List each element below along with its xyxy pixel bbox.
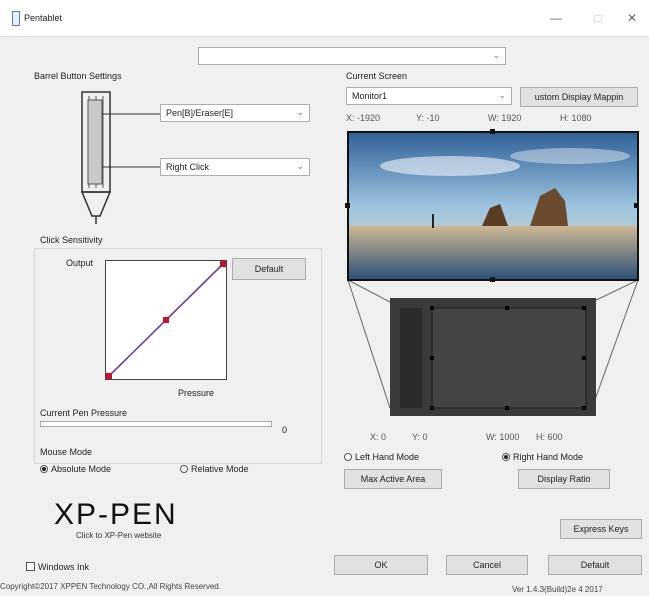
barrel-button-settings-title: Barrel Button Settings (34, 71, 122, 81)
express-keys-button[interactable]: Express Keys (560, 519, 642, 539)
radio-checked-icon (40, 465, 48, 473)
chevron-down-icon: ⌄ (296, 161, 304, 171)
pressure-label: Pressure (178, 388, 215, 398)
left-hand-mode-label: Left Hand Mode (355, 452, 420, 462)
click-sensitivity-title: Click Sensitivity (40, 235, 103, 245)
custom-display-mapping-button[interactable]: ustom Display Mappin (520, 87, 638, 107)
tablet-h: H: 600 (536, 432, 563, 442)
tablet-y: Y: 0 (412, 432, 428, 442)
windows-ink-checkbox[interactable]: Windows Ink (26, 562, 89, 572)
lower-button-value: Right Click (166, 162, 210, 172)
xp-pen-logo: XP-PEN (54, 498, 178, 531)
mouse-mode-title: Mouse Mode (40, 447, 93, 457)
chevron-down-icon: ⌄ (492, 50, 500, 60)
upper-button-select[interactable]: Pen[B]/Eraser[E] ⌄ (160, 104, 310, 122)
cancel-button[interactable]: Cancel (446, 555, 528, 575)
pen-illustration-icon (80, 91, 162, 224)
ok-button[interactable]: OK (334, 555, 428, 575)
close-button[interactable]: ✕ (612, 8, 649, 28)
right-hand-mode-label: Right Hand Mode (513, 452, 584, 462)
curve-control-point[interactable] (163, 317, 169, 323)
absolute-mode-label: Absolute Mode (51, 464, 112, 474)
sensitivity-curve-graph[interactable] (105, 260, 227, 380)
curve-control-point[interactable] (106, 373, 112, 379)
lower-button-select[interactable]: Right Click ⌄ (160, 158, 310, 176)
monitor-select-value: Monitor1 (352, 91, 388, 101)
device-select[interactable]: ⌄ (198, 47, 506, 65)
radio-unchecked-icon (180, 465, 188, 473)
chevron-down-icon: ⌄ (498, 90, 506, 100)
sensitivity-default-button[interactable]: Default (232, 258, 306, 280)
pen-pressure-value: 0 (282, 425, 288, 435)
screen-w: W: 1920 (488, 113, 522, 123)
output-label: Output (66, 258, 94, 268)
upper-button-value: Pen[B]/Eraser[E] (166, 108, 234, 118)
screen-h: H: 1080 (560, 113, 592, 123)
screen-y: Y: -10 (416, 113, 440, 123)
tablet-w: W: 1000 (486, 432, 520, 442)
default-button[interactable]: Default (548, 555, 642, 575)
relative-mode-label: Relative Mode (191, 464, 249, 474)
app-icon (12, 11, 20, 26)
copyright-text: Copyright©2017 XPPEN Technology CO.,All … (0, 582, 221, 591)
window-title: Pentablet (24, 13, 63, 23)
current-screen-title: Current Screen (346, 71, 408, 81)
display-ratio-button[interactable]: Display Ratio (518, 469, 610, 489)
radio-checked-icon (502, 453, 510, 461)
version-text: Ver 1.4.3(Build)2e 4 2017 (512, 585, 603, 594)
left-hand-mode-radio[interactable]: Left Hand Mode (344, 452, 419, 462)
xp-pen-website-link[interactable]: Click to XP-Pen website (76, 531, 161, 540)
max-active-area-button[interactable]: Max Active Area (344, 469, 442, 489)
checkbox-unchecked-icon (26, 562, 35, 571)
monitor-select[interactable]: Monitor1 ⌄ (346, 87, 512, 105)
title-bar: Pentablet — □ ✕ (0, 0, 649, 37)
windows-ink-label: Windows Ink (38, 562, 90, 572)
current-pen-pressure-label: Current Pen Pressure (40, 408, 128, 418)
relative-mode-radio[interactable]: Relative Mode (180, 464, 249, 474)
radio-unchecked-icon (344, 453, 352, 461)
screen-mapping-preview (345, 129, 639, 416)
chevron-down-icon: ⌄ (296, 107, 304, 117)
absolute-mode-radio[interactable]: Absolute Mode (40, 464, 111, 474)
curve-control-point[interactable] (220, 261, 226, 267)
right-hand-mode-radio[interactable]: Right Hand Mode (502, 452, 583, 462)
screen-x: X: -1920 (346, 113, 381, 123)
minimize-button[interactable]: — (536, 8, 576, 28)
tablet-x: X: 0 (370, 432, 387, 442)
pen-pressure-bar (40, 421, 272, 427)
